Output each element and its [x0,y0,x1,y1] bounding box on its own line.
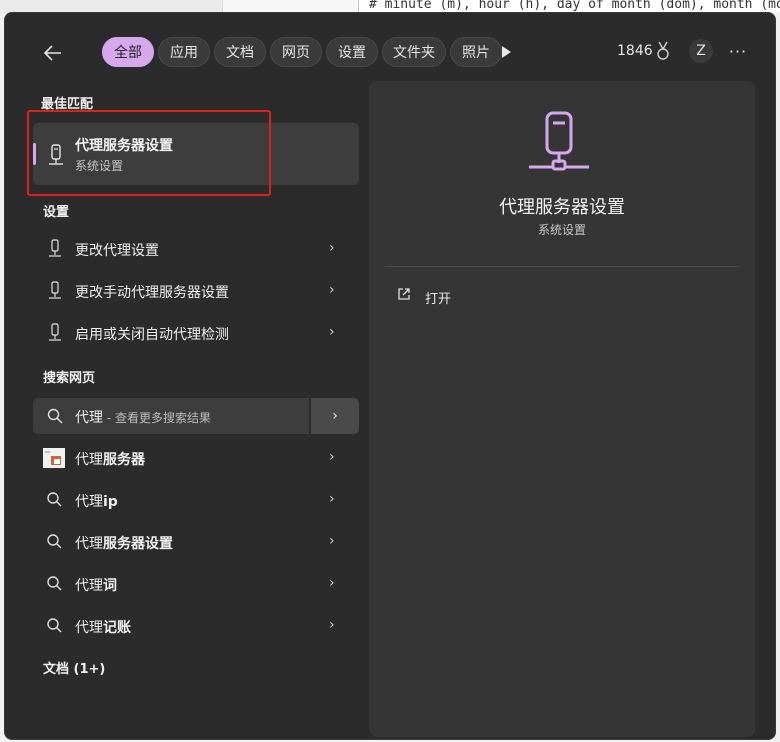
preview-title: 代理服务器设置 [499,197,625,218]
web-item[interactable]: 代理记账 › [33,608,359,644]
web-thumbnail-icon [43,448,65,468]
chevron-right-icon[interactable]: › [329,491,341,509]
proxy-settings-icon [49,323,61,341]
web-item-prefix: 代理 [75,620,103,636]
tab-web[interactable]: 网页 [270,37,322,67]
web-item-label: 代理ip [75,491,118,511]
search-icon [47,618,62,633]
proxy-server-icon [529,111,589,171]
more-options-icon[interactable]: ··· [727,39,749,63]
web-item-prefix: 代理 [75,536,103,552]
section-settings: 设置 [43,205,70,220]
settings-item-change-proxy[interactable]: 更改代理设置 › [33,231,359,267]
web-item[interactable]: 代理词 › [33,566,359,602]
medal-icon[interactable] [655,41,671,61]
open-external-icon[interactable] [397,287,411,301]
web-search-query: 代理 - 查看更多搜索结果 [75,407,211,427]
background-strip [776,12,780,742]
settings-item-auto-proxy[interactable]: 启用或关闭自动代理检测 › [33,315,359,351]
play-icon[interactable] [499,45,513,59]
query-hint: - 查看更多搜索结果 [103,411,211,425]
proxy-settings-icon [49,239,61,257]
web-item-label: 代理词 [75,575,117,595]
web-search-main[interactable]: 代理 - 查看更多搜索结果 [33,398,309,434]
back-arrow-icon[interactable] [41,41,65,65]
tab-folders[interactable]: 文件夹 [382,37,446,67]
search-icon [47,408,63,424]
web-item-prefix: 代理 [75,578,103,594]
tab-settings[interactable]: 设置 [326,37,378,67]
preview-subtitle: 系统设置 [537,223,586,237]
chevron-right-icon[interactable]: › [329,240,341,258]
open-action[interactable]: 打开 [425,288,451,307]
open-search-results-button[interactable]: › [311,398,359,434]
chevron-right-icon[interactable]: › [329,575,341,593]
proxy-settings-icon [49,281,61,299]
web-search-row[interactable]: 代理 - 查看更多搜索结果 › [33,398,359,434]
highlight-annotation-box [27,110,271,196]
chevron-right-icon[interactable]: › [329,449,341,467]
tab-apps[interactable]: 应用 [158,37,210,67]
search-panel: 全部 应用 文档 网页 设置 文件夹 照片 1846 Z ··· 最佳匹配 代理… [4,12,776,740]
tab-documents[interactable]: 文档 [214,37,266,67]
settings-item-label: 更改代理设置 [75,243,159,259]
preview-divider [385,266,739,267]
web-item[interactable]: 代理ip › [33,482,359,518]
settings-item-label: 启用或关闭自动代理检测 [75,327,229,343]
web-item-suffix: 记账 [103,620,131,636]
chevron-right-icon: › [332,408,338,424]
settings-item-manual-proxy[interactable]: 更改手动代理服务器设置 › [33,273,359,309]
web-item-suffix: 服务器设置 [103,536,173,552]
web-item[interactable]: 代理服务器设置 › [33,524,359,560]
web-item-suffix: ip [103,494,118,510]
chevron-right-icon[interactable]: › [329,533,341,551]
search-icon [47,492,62,507]
preview-pane: 代理服务器设置 系统设置 打开 [369,81,755,737]
search-icon [47,576,62,591]
tab-all[interactable]: 全部 [102,37,154,67]
web-item-prefix: 代理 [75,494,103,510]
web-item-prefix: 代理 [75,452,103,468]
settings-item-label: 更改手动代理服务器设置 [75,285,229,301]
web-item-label: 代理记账 [75,617,131,637]
web-item-suffix: 词 [103,578,117,594]
search-icon [47,534,62,549]
section-documents[interactable]: 文档 (1+) [43,658,105,677]
chevron-right-icon[interactable]: › [329,617,341,635]
section-web-search: 搜索网页 [43,371,96,386]
web-item-suffix: 服务器 [103,452,145,468]
chevron-right-icon[interactable]: › [329,282,341,300]
rewards-points[interactable]: 1846 [617,43,653,59]
query-text: 代理 [75,410,103,426]
chevron-right-icon[interactable]: › [329,324,341,342]
web-item-label: 代理服务器设置 [75,533,173,553]
avatar[interactable]: Z [689,39,713,63]
web-item[interactable]: 代理服务器 › [33,440,359,476]
web-item-label: 代理服务器 [75,449,145,469]
tab-photos[interactable]: 照片 [450,37,502,67]
